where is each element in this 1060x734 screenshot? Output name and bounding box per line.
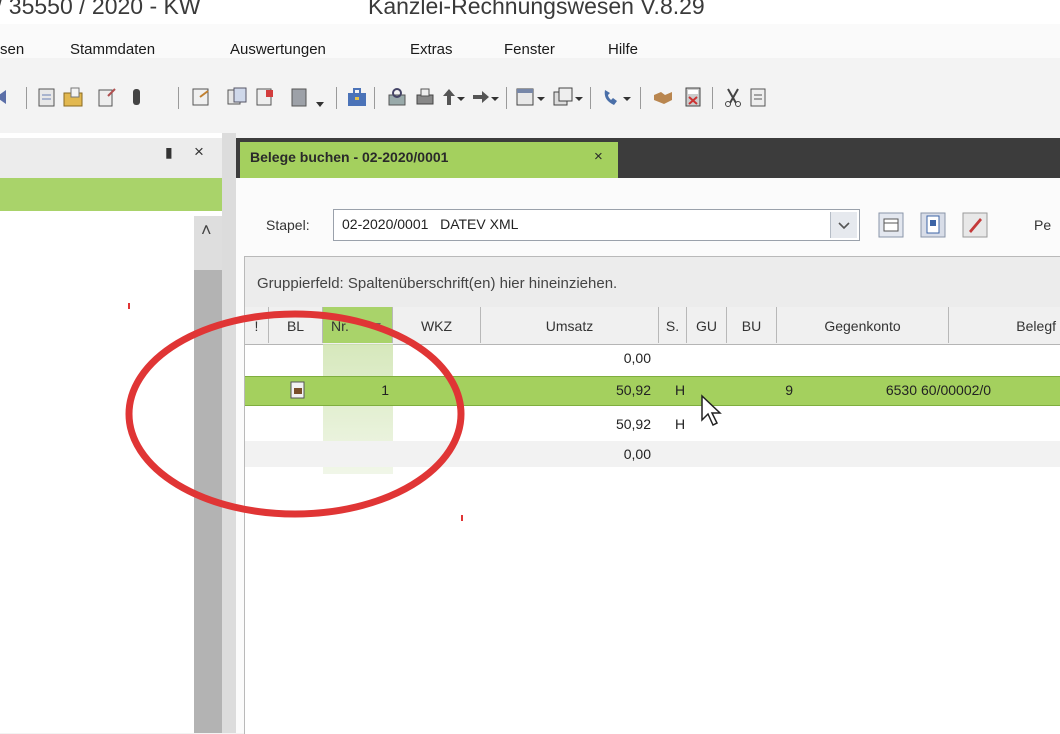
tab-label: Belege buchen - 02-2020/0001 — [250, 149, 449, 165]
column-header-bu[interactable]: BU — [727, 307, 777, 343]
menu-item-fenster[interactable]: Fenster — [504, 41, 555, 58]
arrow-right-icon[interactable] — [470, 86, 492, 108]
toolbar-separator — [590, 87, 591, 109]
stapel-extra-label: Pe — [1034, 217, 1052, 233]
umsatz-cell: 50,92 — [615, 382, 651, 398]
menu-item-partial[interactable]: sen — [0, 41, 24, 58]
document-edit-icon[interactable] — [96, 86, 118, 108]
bu-cell: 9 — [785, 382, 793, 398]
stapel-label: Stapel: — [266, 217, 310, 233]
folder-open-icon[interactable] — [62, 86, 84, 108]
annotation-mark — [461, 515, 463, 521]
pin-icon[interactable]: ▮ — [165, 144, 173, 161]
tab-close-icon[interactable]: × — [594, 148, 603, 165]
menu-item-stammdaten[interactable]: Stammdaten — [70, 41, 155, 58]
menu-bar: sen Stammdaten Auswertungen Extras Fenst… — [0, 24, 1060, 58]
left-panel-selected-item[interactable] — [0, 178, 222, 211]
toolbar-separator — [640, 87, 641, 109]
stapel-select[interactable]: 02-2020/0001 DATEV XML — [333, 209, 860, 241]
toolbar — [0, 86, 1060, 122]
print-preview-icon[interactable] — [386, 86, 408, 108]
toolbar-separator — [506, 87, 507, 109]
document-view-icon[interactable] — [918, 210, 948, 240]
calculator-icon[interactable] — [682, 86, 704, 108]
handshake-icon[interactable] — [652, 86, 674, 108]
dropdown-icon[interactable] — [536, 86, 546, 108]
scroll-up-icon[interactable]: ˄ — [201, 220, 212, 241]
column-header-soll-haben[interactable]: S. — [659, 307, 687, 343]
toolbar-separator — [336, 87, 337, 109]
column-header-umsatz[interactable]: Umsatz — [481, 307, 659, 343]
toolbar-separator — [374, 87, 375, 109]
dropdown-icon[interactable] — [622, 86, 632, 108]
stapel-value: 02-2020/0001 DATEV XML — [342, 216, 519, 232]
column-header-gu[interactable]: GU — [687, 307, 727, 343]
column-header-belegfeld[interactable]: Belegf — [949, 307, 1060, 343]
group-hint: Gruppierfeld: Spaltenüberschrift(en) hie… — [257, 275, 618, 292]
dropdown-icon[interactable] — [490, 86, 500, 108]
dropdown-icon[interactable] — [574, 86, 584, 108]
umsatz-cell: 0,00 — [623, 350, 651, 366]
mouse-cursor-icon — [701, 394, 722, 427]
app-title: Kanzlei-Rechnungswesen V.8.29 — [368, 0, 705, 19]
archive-icon[interactable] — [288, 86, 310, 108]
menu-item-auswertungen[interactable]: Auswertungen — [230, 41, 326, 58]
copy-icon[interactable] — [226, 86, 248, 108]
close-icon[interactable]: × — [194, 142, 204, 162]
page-delete-icon[interactable] — [254, 86, 276, 108]
attach-icon[interactable] — [126, 86, 148, 108]
left-panel-header: ▮ × — [0, 138, 222, 178]
printer-icon[interactable] — [414, 86, 436, 108]
soll-haben-cell: H — [675, 382, 686, 398]
annotation-circle — [125, 310, 465, 518]
dropdown-icon[interactable] — [456, 86, 466, 108]
menu-item-extras[interactable]: Extras — [410, 41, 453, 58]
column-header-gegenkonto[interactable]: Gegenkonto — [777, 307, 949, 343]
dropdown-icon[interactable] — [314, 86, 326, 108]
annotation-mark — [128, 303, 130, 309]
tab-belege-buchen[interactable]: Belege buchen - 02-2020/0001 × — [240, 142, 618, 178]
toolbar-separator — [178, 87, 179, 109]
pencil-icon[interactable] — [960, 210, 990, 240]
title-bar: / 35550 / 2020 - KW Kanzlei-Rechnungswes… — [0, 0, 1060, 24]
umsatz-cell: 50,92 — [615, 416, 651, 432]
menu-item-hilfe[interactable]: Hilfe — [608, 41, 638, 58]
soll-haben-cell: H — [675, 416, 686, 432]
umsatz-cell: 0,00 — [623, 446, 651, 462]
scissors-icon[interactable] — [722, 86, 744, 108]
window-stack-icon[interactable] — [552, 86, 574, 108]
arrow-icon[interactable] — [0, 86, 14, 108]
briefcase-icon[interactable] — [346, 86, 368, 108]
toolbar-separator — [712, 87, 713, 109]
window-icon[interactable] — [514, 86, 536, 108]
toolbar-separator — [26, 87, 27, 109]
list-view-icon[interactable] — [876, 210, 906, 240]
window-title: / 35550 / 2020 - KW — [0, 0, 201, 19]
chevron-down-icon[interactable] — [830, 212, 857, 238]
clipboard-icon[interactable] — [748, 86, 770, 108]
phone-icon[interactable] — [600, 86, 622, 108]
gegenkonto-cell: 6530 — [885, 382, 917, 398]
page-icon[interactable] — [190, 86, 212, 108]
document-icon[interactable] — [36, 86, 58, 108]
belegfeld-cell: 60/00002/0 — [921, 382, 992, 398]
